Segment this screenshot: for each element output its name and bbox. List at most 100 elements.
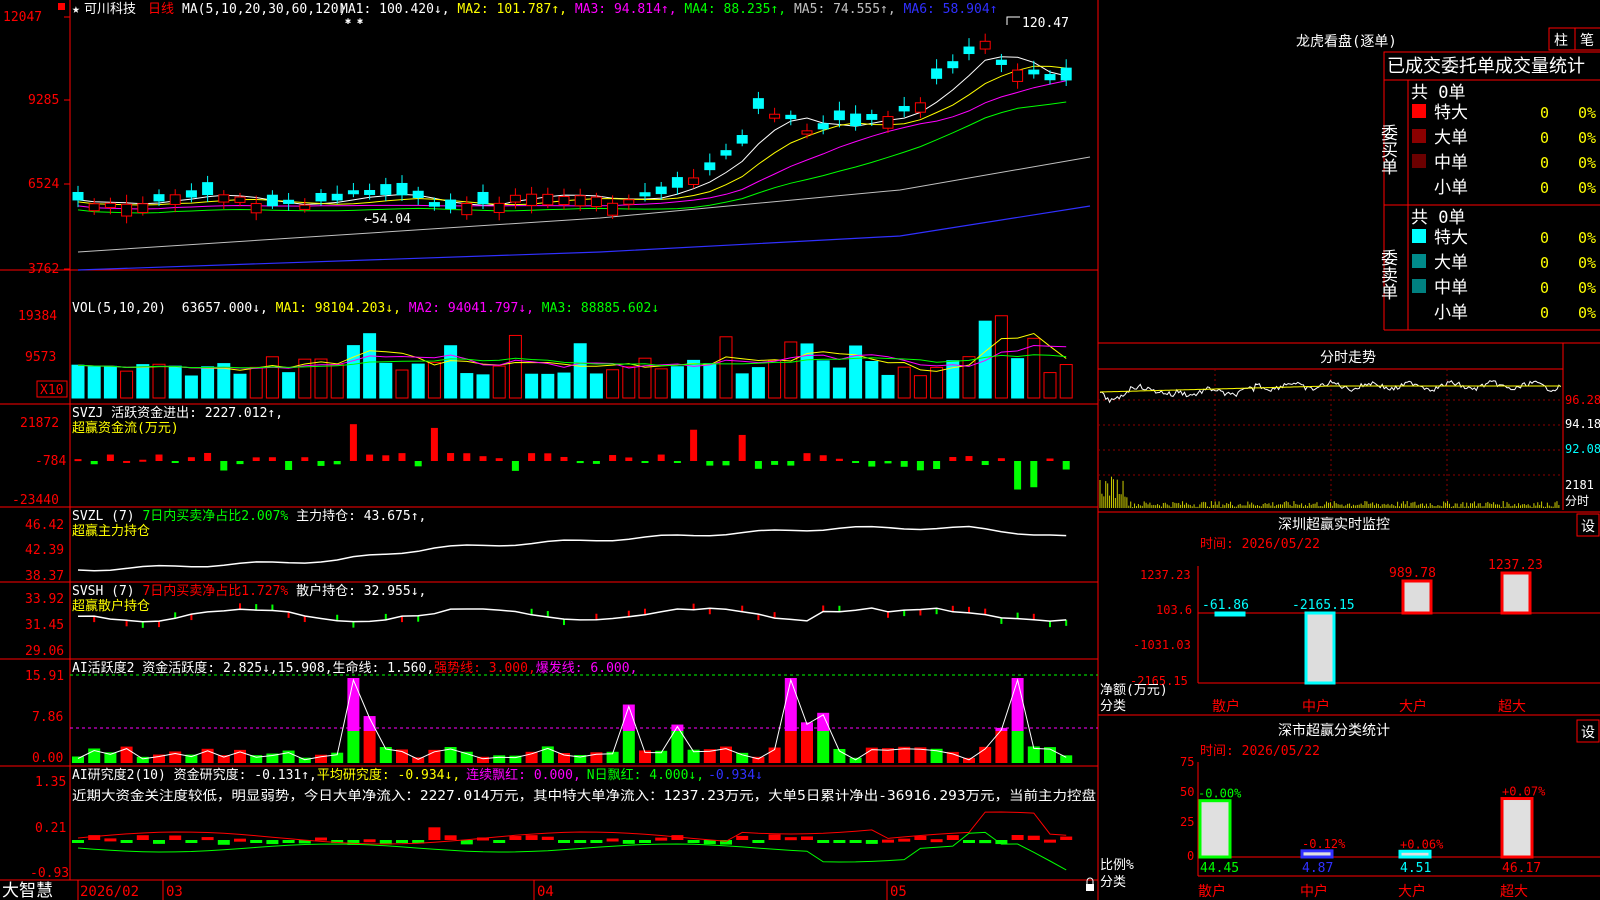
vol-ma2: MA2: 94041.797↓, <box>409 301 534 316</box>
candle-body <box>364 189 376 195</box>
candle-body <box>866 114 878 120</box>
classify-value: 4.87 <box>1302 861 1333 876</box>
volume-bar <box>865 361 879 399</box>
period-label[interactable]: 日线 <box>148 2 174 17</box>
flow-bar <box>528 453 536 461</box>
activity-bar <box>784 731 797 763</box>
candle-body <box>623 199 635 205</box>
research-bar <box>541 836 554 840</box>
research-bar <box>460 840 473 845</box>
svzl-line <box>77 525 1067 572</box>
flow-bar <box>106 454 114 461</box>
buy-row-swatch <box>1412 179 1426 193</box>
research-bar <box>622 840 635 844</box>
event-marker[interactable]: ✱ ✱ <box>345 16 363 27</box>
buy-row-count: 0 <box>1540 154 1549 172</box>
volume-bar <box>913 375 927 399</box>
vol-bars <box>71 315 1073 399</box>
classify-value: 46.17 <box>1502 861 1541 876</box>
flow-bar <box>123 460 131 463</box>
classify-settings-label[interactable]: 设 <box>1581 725 1595 741</box>
flow-bar <box>997 458 1005 461</box>
activity-bar <box>995 731 1008 763</box>
flow-bar <box>252 457 260 461</box>
monitor-settings-label[interactable]: 设 <box>1581 519 1595 535</box>
flow-bar <box>641 461 649 463</box>
research-bar <box>1011 835 1024 840</box>
volume-bar <box>784 341 798 399</box>
classify-panel: 深市超赢分类统计 设 时间: 2026/05/22 75 50 25 0 比例%… <box>1100 719 1600 900</box>
flow-bar <box>511 461 519 471</box>
classify-y-1: 50 <box>1180 785 1194 799</box>
flow-bar <box>139 459 147 462</box>
candle-body <box>979 40 991 50</box>
candle-body <box>315 192 327 202</box>
volume-bar <box>946 360 960 399</box>
tab-bar-label[interactable]: 柱 <box>1554 33 1568 49</box>
monitor-xlabel: 分类 <box>1100 699 1126 714</box>
time-axis: 大智慧 2026/02 03 04 05 <box>2 877 1094 900</box>
candle-body <box>590 196 602 208</box>
classify-y-3: 0 <box>1187 849 1194 863</box>
tab-tick-label[interactable]: 笔 <box>1580 33 1594 49</box>
classify-category: 中户 <box>1300 883 1328 900</box>
monitor-bars: -61.86 散户 -2165.15 中户 989.78 大户 1237.23 超大 <box>1202 558 1543 715</box>
y-tick-main-2: 6524 <box>28 177 59 192</box>
star-icon[interactable]: ★ <box>72 2 80 17</box>
lock-icon[interactable] <box>1086 884 1094 891</box>
flow-bar <box>673 461 681 463</box>
flow-bar <box>204 452 212 461</box>
monitor-category: 大户 <box>1399 698 1427 715</box>
candle-body <box>283 199 295 204</box>
buy-row-swatch <box>1412 104 1426 118</box>
svzl-title: SVZL (7) 7日内买卖净占比2.007% 主力持仓: 43.675↑, <box>72 508 426 524</box>
intraday-panel: 分时走势 96.28 94.18 92.08 2181 分时 <box>1097 342 1600 510</box>
y-tick-svzj-0: 21872 <box>20 416 59 431</box>
dragon-tiger-panel: 龙虎看盘(逐单) 柱 笔 已成交委托单成交量统计 委买单 委卖单 共 0单 共 … <box>1296 27 1600 331</box>
monitor-bar-label: 1237.23 <box>1488 558 1543 573</box>
candle-body <box>396 182 408 196</box>
volume-bar <box>541 373 555 399</box>
volume-bar <box>703 363 717 399</box>
buy-label: 委买单 <box>1377 124 1398 175</box>
ai-active-panel: AI活跃度2 资金活跃度: 2.825↓,15.908,生命线: 1.560,强… <box>25 660 1098 766</box>
activity-bar-top <box>347 678 360 731</box>
activity-bar <box>412 757 425 763</box>
research-bar <box>1060 836 1073 840</box>
flow-bar <box>787 461 795 466</box>
classify-bar <box>1300 849 1334 859</box>
volume-bar <box>152 363 166 399</box>
volume-bar <box>492 365 506 399</box>
candle-body <box>428 202 440 207</box>
classify-value: 4.51 <box>1400 861 1431 876</box>
y-tick-main-3: 3762 <box>28 262 59 277</box>
dragon-title: 龙虎看盘(逐单) <box>1296 33 1397 50</box>
ma-line <box>77 65 1067 206</box>
flow-bar <box>1030 461 1038 488</box>
flow-bar <box>333 461 341 465</box>
candle-body <box>688 177 700 185</box>
volume-bar <box>265 356 279 399</box>
activity-bar <box>671 731 684 763</box>
flow-bar <box>1062 461 1070 470</box>
volume-bar <box>606 369 620 399</box>
research-bar <box>865 840 878 844</box>
ai-research-bars <box>72 827 1073 845</box>
y-tick-svzl-0: 46.42 <box>25 518 64 533</box>
ma6-line <box>77 205 1091 271</box>
research-bar <box>282 840 295 843</box>
flow-bar <box>706 461 714 466</box>
volume-bar <box>557 372 571 399</box>
y-tick-svzj-2: -23440 <box>12 493 59 508</box>
candle-body <box>671 177 683 188</box>
ma-lines <box>77 56 1091 271</box>
sell-row-swatch <box>1412 229 1426 243</box>
classify-date: 时间: 2026/05/22 <box>1200 744 1320 759</box>
intraday-vol-unit: 分时 <box>1565 494 1589 508</box>
buy-row-pct: 0% <box>1578 179 1596 197</box>
flow-bar <box>738 434 746 461</box>
vol-unit[interactable]: X10 <box>40 383 63 398</box>
stock-name[interactable]: 可川科技 <box>84 2 136 17</box>
volume-bar <box>168 365 182 399</box>
flow-bar <box>949 457 957 461</box>
